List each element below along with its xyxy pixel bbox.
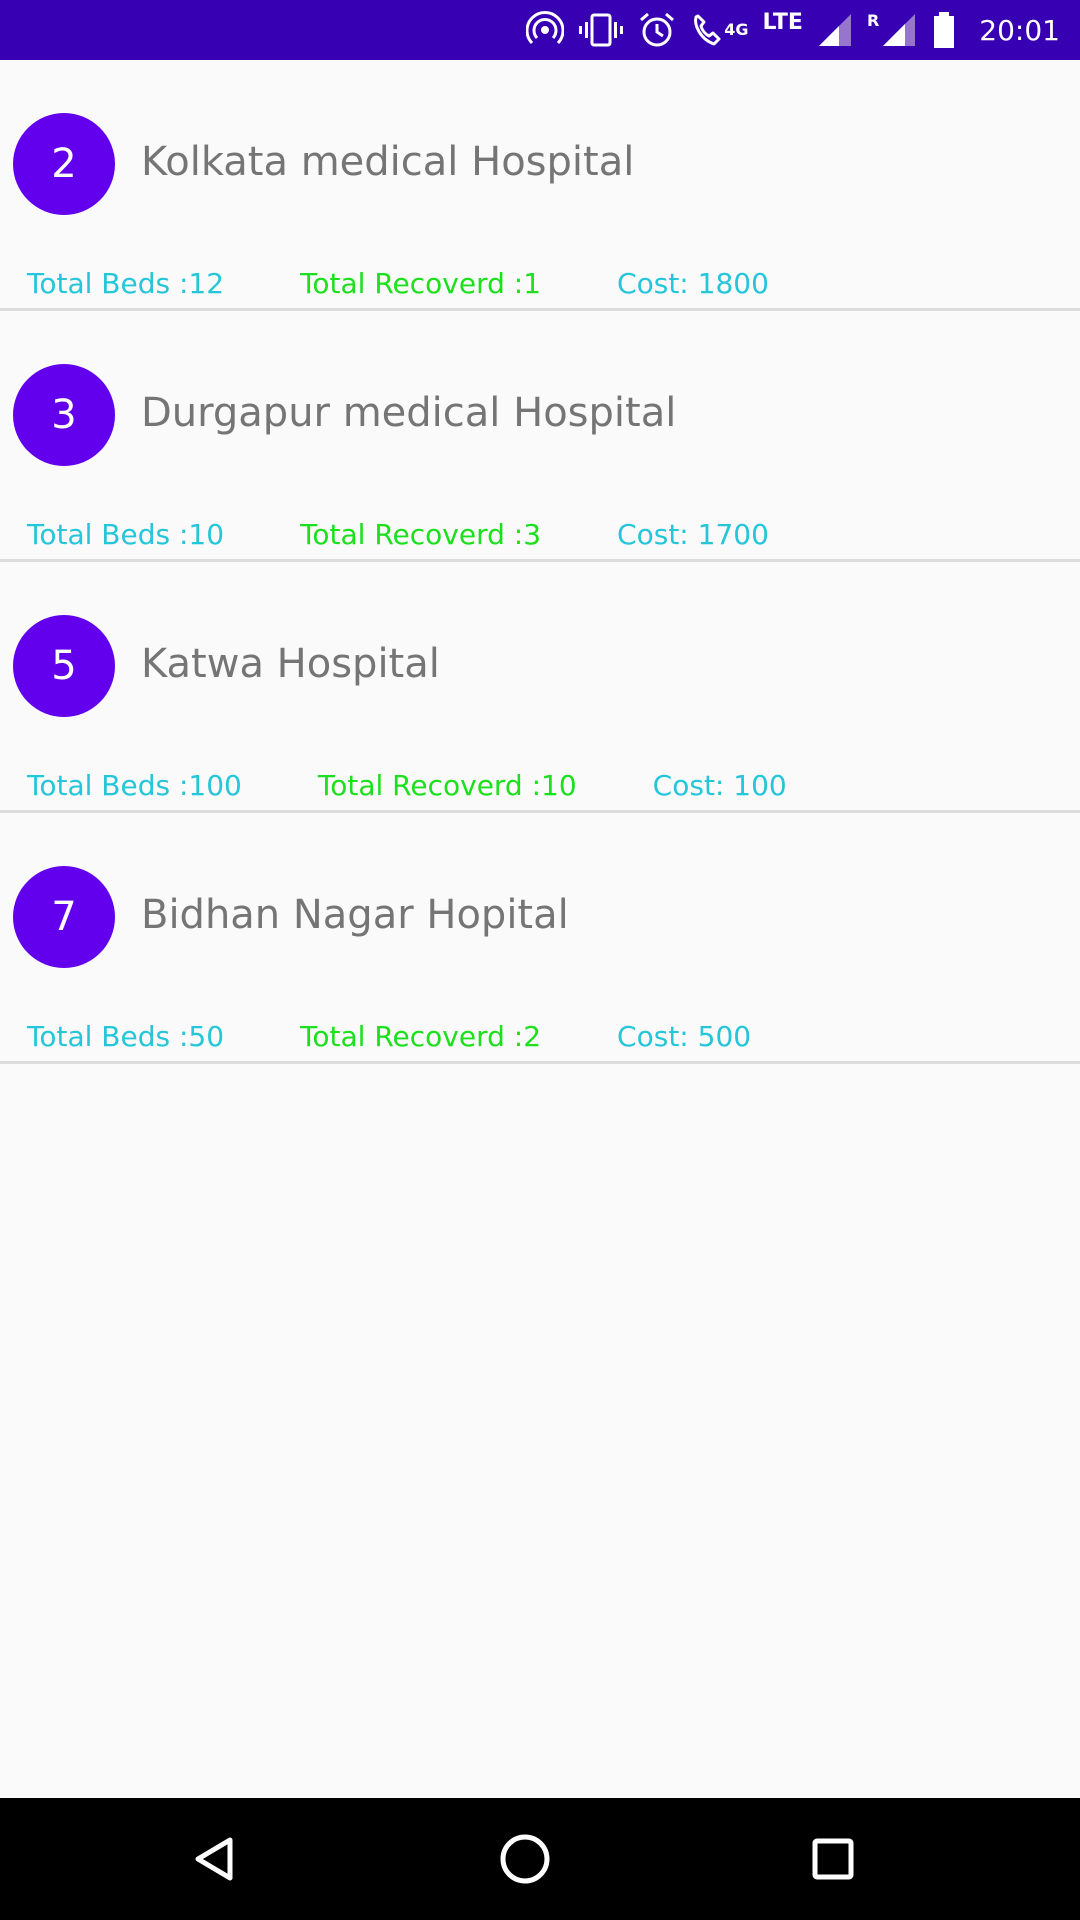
hospital-id-badge: 3 <box>13 364 115 466</box>
list-item[interactable]: 7 Bidhan Nagar Hopital Total Beds :50 Tot… <box>0 813 1080 1064</box>
lte-label: LTE <box>763 0 803 60</box>
alarm-icon <box>638 0 676 60</box>
battery-icon <box>931 0 957 60</box>
signal-roaming-icon: R <box>867 0 917 60</box>
back-icon <box>195 1837 233 1881</box>
total-beds: Total Beds :100 <box>27 769 242 802</box>
hotspot-icon <box>526 0 565 60</box>
back-button[interactable] <box>180 1824 250 1894</box>
total-recovered: Total Recoverd :1 <box>300 267 542 300</box>
cost: Cost: 500 <box>617 1020 752 1053</box>
home-button[interactable] <box>490 1824 560 1894</box>
hospital-id-badge: 2 <box>13 113 115 215</box>
vibrate-icon <box>578 0 624 60</box>
total-beds: Total Beds :50 <box>27 1020 225 1053</box>
hospital-stats: Total Beds :100 Total Recoverd :10 Cost: 1… <box>27 769 787 802</box>
status-icons: 4G LTE R 20:01 <box>526 0 1060 60</box>
hospital-id-badge: 5 <box>13 615 115 717</box>
clock: 20:01 <box>979 13 1060 47</box>
navigation-bar <box>0 1798 1080 1920</box>
hospital-name: Katwa Hospital <box>141 641 440 687</box>
wifi-calling-icon: 4G <box>690 0 749 60</box>
hospital-name: Durgapur medical Hospital <box>141 390 677 436</box>
total-recovered: Total Recoverd :2 <box>300 1020 542 1053</box>
hospital-list: 2 Kolkata medical Hospital Total Beds :1… <box>0 60 1080 1064</box>
lte-text: LTE <box>762 10 803 35</box>
recents-button[interactable] <box>798 1824 868 1894</box>
total-recovered: Total Recoverd :10 <box>317 769 577 802</box>
network-4g-label: 4G <box>724 20 749 39</box>
hospital-name: Bidhan Nagar Hopital <box>141 892 569 938</box>
recents-icon <box>812 1838 854 1880</box>
list-item[interactable]: 2 Kolkata medical Hospital Total Beds :1… <box>0 60 1080 311</box>
cost: Cost: 1800 <box>617 267 769 300</box>
total-recovered: Total Recoverd :3 <box>300 518 542 551</box>
hospital-id-badge: 7 <box>13 866 115 968</box>
home-icon <box>500 1834 550 1884</box>
roaming-label: R <box>866 11 880 30</box>
signal-icon <box>817 0 853 60</box>
cost: Cost: 100 <box>652 769 787 802</box>
total-beds: Total Beds :10 <box>27 518 225 551</box>
cost: Cost: 1700 <box>617 518 769 551</box>
list-item[interactable]: 5 Katwa Hospital Total Beds :100 Total Re… <box>0 562 1080 813</box>
hospital-stats: Total Beds :50 Total Recoverd :2 Cost: 500 <box>27 1020 752 1053</box>
hospital-name: Kolkata medical Hospital <box>141 139 635 185</box>
status-bar: 4G LTE R 20:01 <box>0 0 1080 60</box>
list-item[interactable]: 3 Durgapur medical Hospital Total Beds :… <box>0 311 1080 562</box>
hospital-stats: Total Beds :10 Total Recoverd :3 Cost: 170… <box>27 518 769 551</box>
total-beds: Total Beds :12 <box>27 267 225 300</box>
hospital-stats: Total Beds :12 Total Recoverd :1 Cost: 180… <box>27 267 769 300</box>
